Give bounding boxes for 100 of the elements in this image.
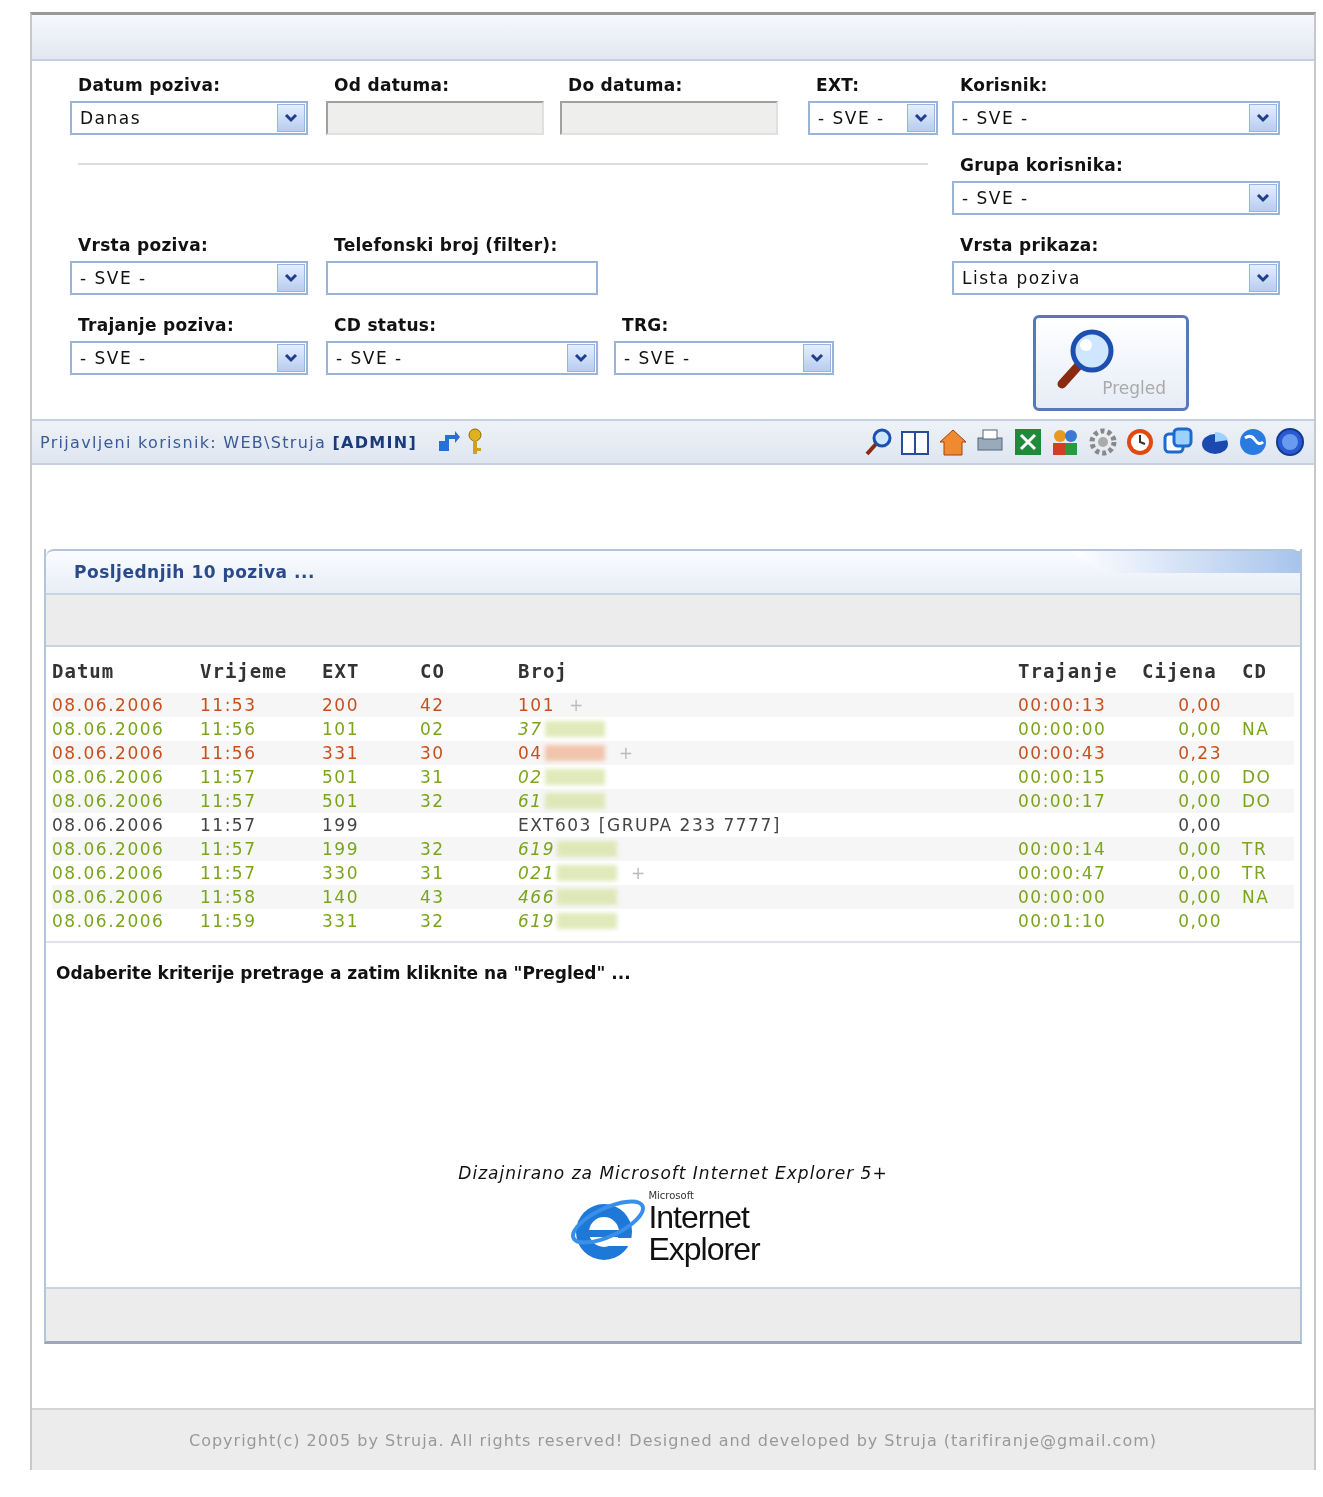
table-cell: 61 [518, 791, 543, 811]
logo-maker-text: Microsoft [648, 1191, 695, 1201]
table-cell: 42 [420, 695, 445, 715]
table-cell: 0,00 [1178, 887, 1222, 907]
browser-note: Dizajnirano za Microsoft Internet Explorer 5+ [457, 1163, 889, 1183]
table-cell: TR [1242, 863, 1268, 883]
table-cell: 32 [420, 839, 445, 859]
table-cell: 140 [322, 887, 359, 907]
table-cell: 0,00 [1178, 863, 1222, 883]
table-cell: 331 [322, 743, 359, 763]
table-cell: EXT603 [GRUPA 233 7777] [518, 815, 781, 835]
table-cell: 11:57 [200, 767, 257, 787]
logo-text: Explorer [648, 1233, 760, 1265]
table-cell: 0,00 [1178, 911, 1222, 931]
table-cell: 08.06.2006 [52, 863, 165, 883]
plus-mark: + [568, 695, 585, 715]
table-cell: 30 [420, 743, 445, 763]
field-label: TRG: [621, 315, 670, 335]
dropdown[interactable]: - SVE - [952, 101, 1280, 135]
dropdown[interactable]: - SVE - [808, 101, 938, 135]
table-cell: 08.06.2006 [52, 815, 165, 835]
table-cell: 619 [518, 911, 555, 931]
field-label: Datum poziva: [77, 75, 222, 95]
table-cell: 00:00:14 [1018, 839, 1107, 859]
copyright-text: Copyright(c) 2005 by Struja. All rights reserved! Designed and developed by Struja (tarifiranje@gmail.com) [188, 1430, 1157, 1450]
field-label: Do datuma: [567, 75, 684, 95]
table-cell: DO [1242, 767, 1272, 787]
table-cell: 08.06.2006 [52, 743, 165, 763]
table-cell: 37 [518, 719, 543, 739]
table-cell: 0,00 [1178, 839, 1222, 859]
column-header: Cijena [1142, 659, 1218, 684]
field-label: Od datuma: [333, 75, 451, 95]
field-label: EXT: [815, 75, 861, 95]
date-field[interactable] [560, 101, 778, 135]
table-cell: 08.06.2006 [52, 767, 165, 787]
dropdown[interactable]: - SVE - [70, 261, 308, 295]
table-cell: 00:00:00 [1018, 719, 1107, 739]
table-cell: 11:56 [200, 719, 257, 739]
table-cell: TR [1242, 839, 1268, 859]
table-cell: 11:57 [200, 839, 257, 859]
table-cell: 11:58 [200, 887, 257, 907]
table-cell: 199 [322, 839, 359, 859]
table-cell: DO [1242, 791, 1272, 811]
dropdown[interactable]: - SVE - [70, 341, 308, 375]
table-cell: 0,00 [1178, 767, 1222, 787]
table-cell: 0,00 [1178, 815, 1222, 835]
table-cell: 00:00:43 [1018, 743, 1107, 763]
instruction-text: Odaberite kriterije pretrage a zatim kliknite na "Pregled" ... [55, 962, 632, 985]
table-cell: 00:00:17 [1018, 791, 1107, 811]
table-cell: 08.06.2006 [52, 887, 165, 907]
date-field[interactable] [326, 101, 544, 135]
table-cell: 0,00 [1178, 695, 1222, 715]
field-label: Grupa korisnika: [959, 155, 1125, 175]
panel-title: Posljednjih 10 poziva ... [73, 562, 315, 582]
table-cell: 11:57 [200, 791, 257, 811]
table-cell: 43 [420, 887, 445, 907]
table-cell: 021 [518, 863, 555, 883]
table-cell: 501 [322, 767, 359, 787]
table-cell: 0,23 [1178, 743, 1222, 763]
column-header: Trajanje [1018, 659, 1119, 684]
table-cell: 331 [322, 911, 359, 931]
column-header: EXT [322, 659, 361, 684]
table-cell: 00:00:00 [1018, 887, 1107, 907]
table-cell: 08.06.2006 [52, 839, 165, 859]
table-cell: 08.06.2006 [52, 719, 165, 739]
column-header: CD [1242, 659, 1268, 684]
column-header: Broj [518, 659, 569, 684]
dropdown[interactable]: - SVE - [952, 181, 1280, 215]
input-field[interactable] [326, 261, 598, 295]
table-cell: 11:57 [200, 815, 257, 835]
table-cell: 619 [518, 839, 555, 859]
key-icon[interactable] [467, 428, 484, 456]
dropdown[interactable]: Danas [70, 101, 308, 135]
table-cell: 11:56 [200, 743, 257, 763]
field-label: Vrsta poziva: [77, 235, 209, 255]
table-cell: 501 [322, 791, 359, 811]
table-cell: 101 [322, 719, 359, 739]
dropdown[interactable]: Lista poziva [952, 261, 1280, 295]
column-header: Vrijeme [200, 659, 289, 684]
field-label: Vrsta prikaza: [959, 235, 1100, 255]
table-cell: 08.06.2006 [52, 791, 165, 811]
table-cell: 101 [518, 695, 555, 715]
table-cell: 00:01:10 [1018, 911, 1107, 931]
table-cell: 02 [420, 719, 445, 739]
table-cell: 08.06.2006 [52, 911, 165, 931]
table-cell: NA [1242, 719, 1270, 739]
table-cell: 04 [518, 743, 543, 763]
clock-icon[interactable] [1124, 426, 1156, 458]
plus-mark: + [618, 743, 635, 763]
table-cell: 02 [518, 767, 543, 787]
dropdown[interactable]: - SVE - [326, 341, 598, 375]
logged-in-user: Prijavljeni korisnik: WEB\Struja [ADMIN] [40, 432, 418, 452]
table-cell: 0,00 [1178, 719, 1222, 739]
table-cell: 31 [420, 863, 445, 883]
table-cell: 11:59 [200, 911, 257, 931]
table-cell: 0,00 [1178, 791, 1222, 811]
table-cell: 08.06.2006 [52, 695, 165, 715]
table-cell: 200 [322, 695, 359, 715]
dropdown[interactable]: - SVE - [614, 341, 834, 375]
field-label: Trajanje poziva: [77, 315, 235, 335]
